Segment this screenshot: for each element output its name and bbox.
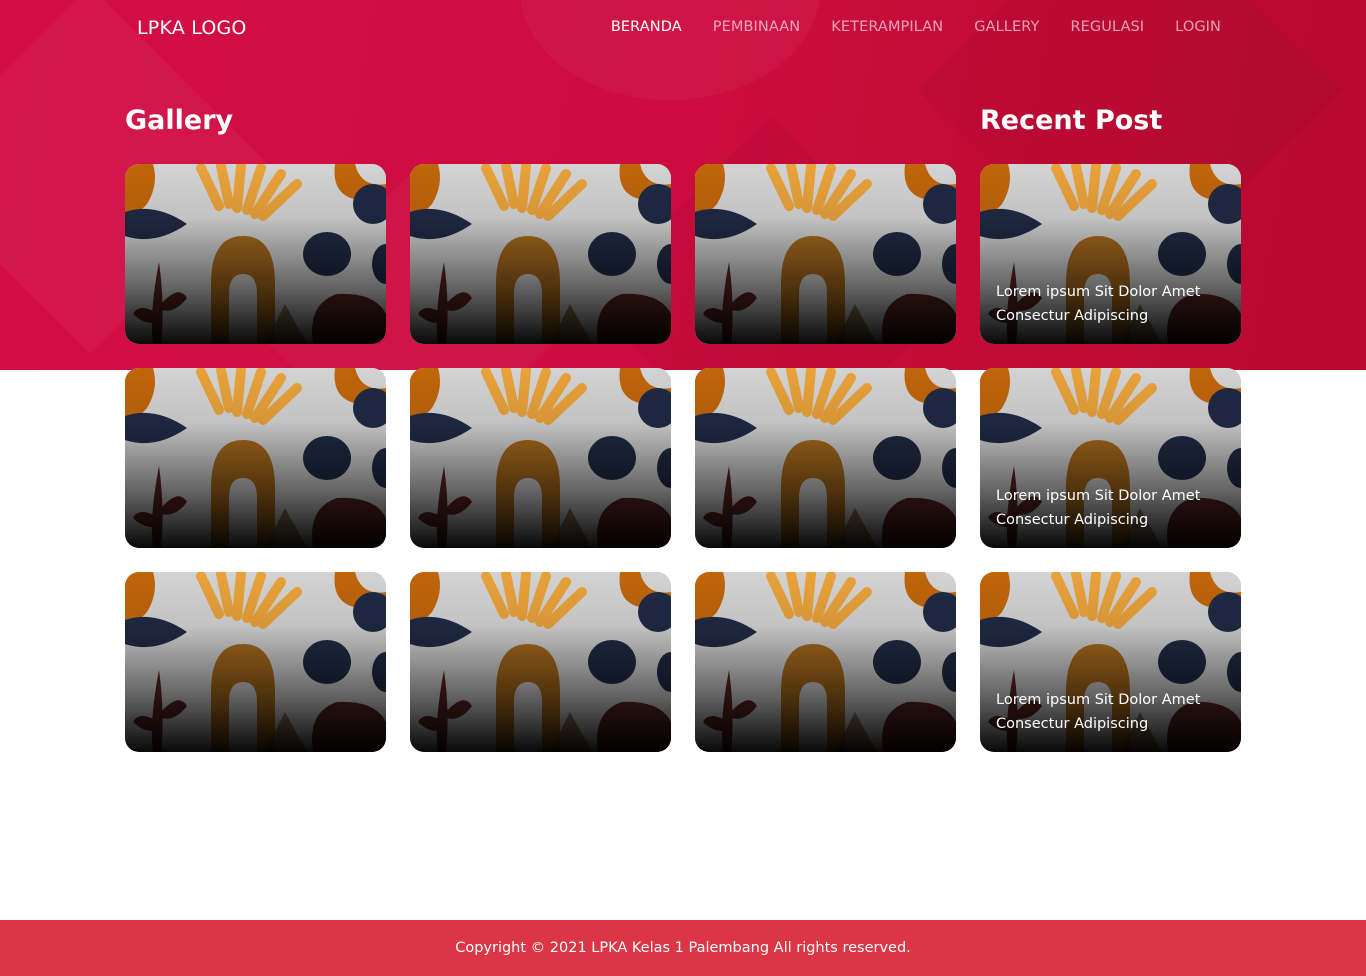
recent-post-title: Lorem ipsum Sit Dolor Amet Consectur Adi…	[996, 692, 1201, 732]
thumbnail-overlay	[125, 164, 386, 344]
thumbnail-overlay	[125, 368, 386, 548]
nav-link-regulasi[interactable]: REGULASI	[1070, 19, 1144, 35]
gallery-item[interactable]	[410, 368, 671, 548]
site-logo[interactable]: LPKA LOGO	[137, 17, 247, 39]
gallery-item[interactable]	[125, 572, 386, 752]
nav-menu: BERANDA PEMBINAAN KETERAMPILAN GALLERY R…	[611, 19, 1221, 35]
gallery-item[interactable]	[125, 164, 386, 344]
content-grid: Lorem ipsum Sit Dolor Amet Consectur Adi…	[125, 164, 1241, 752]
nav-link-beranda[interactable]: BERANDA	[611, 19, 682, 35]
navbar: LPKA LOGO BERANDA PEMBINAAN KETERAMPILAN…	[0, 0, 1366, 56]
gallery-item[interactable]	[695, 572, 956, 752]
recent-post-title: Lorem ipsum Sit Dolor Amet Consectur Adi…	[996, 284, 1201, 324]
recent-post-title: Lorem ipsum Sit Dolor Amet Consectur Adi…	[996, 488, 1201, 528]
nav-link-gallery[interactable]: GALLERY	[974, 19, 1039, 35]
gallery-item[interactable]	[695, 164, 956, 344]
thumbnail-overlay	[695, 164, 956, 344]
gallery-item[interactable]	[410, 164, 671, 344]
recent-post-card[interactable]: Lorem ipsum Sit Dolor Amet Consectur Adi…	[980, 368, 1241, 548]
thumbnail-overlay	[695, 368, 956, 548]
thumbnail-overlay	[695, 572, 956, 752]
nav-link-login[interactable]: LOGIN	[1175, 19, 1221, 35]
gallery-item[interactable]	[410, 572, 671, 752]
recent-post-card[interactable]: Lorem ipsum Sit Dolor Amet Consectur Adi…	[980, 572, 1241, 752]
thumbnail-overlay	[410, 164, 671, 344]
thumbnail-overlay	[410, 572, 671, 752]
recent-post-card[interactable]: Lorem ipsum Sit Dolor Amet Consectur Adi…	[980, 164, 1241, 344]
thumbnail-overlay	[125, 572, 386, 752]
nav-link-keterampilan[interactable]: KETERAMPILAN	[831, 19, 943, 35]
gallery-item[interactable]	[125, 368, 386, 548]
thumbnail-overlay	[410, 368, 671, 548]
gallery-heading: Gallery	[125, 105, 234, 136]
gallery-item[interactable]	[695, 368, 956, 548]
nav-link-pembinaan[interactable]: PEMBINAAN	[713, 19, 800, 35]
copyright-text: Copyright © 2021 LPKA Kelas 1 Palembang …	[455, 940, 911, 956]
footer: Copyright © 2021 LPKA Kelas 1 Palembang …	[0, 920, 1366, 976]
recent-post-heading: Recent Post	[980, 105, 1163, 136]
